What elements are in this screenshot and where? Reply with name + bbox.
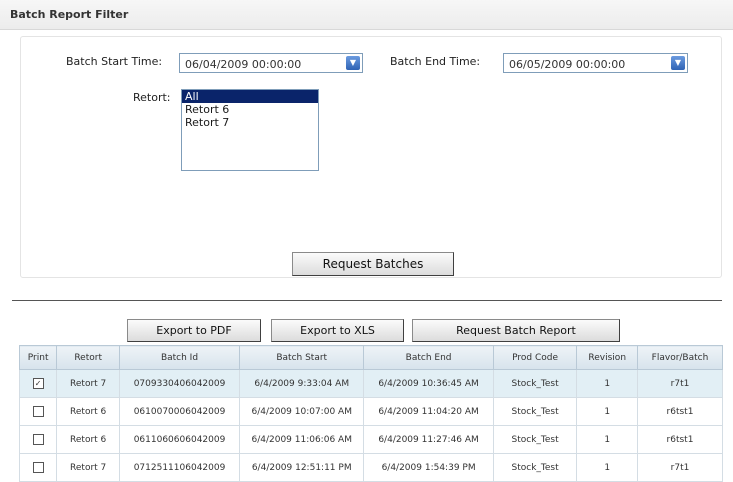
batch-id-cell: 0610070006042009 xyxy=(119,397,240,426)
column-header-flavor-batch[interactable]: Flavor/Batch xyxy=(636,345,724,370)
batch-id-cell: 0712511106042009 xyxy=(119,453,240,482)
retort-label: Retort: xyxy=(133,91,171,104)
calendar-dropdown-icon[interactable]: ▼ xyxy=(671,56,685,70)
divider xyxy=(12,300,722,301)
batch-id-cell: 0611060606042009 xyxy=(119,425,240,454)
request-batches-button[interactable]: Request Batches xyxy=(292,252,454,276)
revision-cell: 1 xyxy=(576,397,638,426)
print-cell[interactable] xyxy=(18,453,58,482)
revision-cell: 1 xyxy=(576,425,638,454)
table-row[interactable]: Retort 6 0611060606042009 6/4/2009 11:06… xyxy=(18,425,724,454)
checkbox-icon[interactable] xyxy=(32,434,44,445)
prod-code-cell: Stock_Test xyxy=(492,425,578,454)
retort-option-all[interactable]: All xyxy=(182,90,318,103)
retort-option-6[interactable]: Retort 6 xyxy=(182,103,318,116)
batch-end-cell: 6/4/2009 11:04:20 AM xyxy=(363,397,494,426)
batch-end-cell: 6/4/2009 11:27:46 AM xyxy=(363,425,494,454)
table-row[interactable]: Retort 6 0610070006042009 6/4/2009 10:07… xyxy=(18,397,724,426)
batch-table: Print Retort Batch Id Batch Start Batch … xyxy=(18,345,724,482)
retort-cell: Retort 6 xyxy=(56,425,121,454)
print-cell[interactable] xyxy=(18,397,58,426)
checkbox-icon[interactable] xyxy=(32,406,44,417)
column-header-batch-end[interactable]: Batch End xyxy=(363,345,494,370)
start-time-field[interactable]: 06/04/2009 00:00:00 ▼ xyxy=(179,53,363,73)
revision-cell: 1 xyxy=(576,453,638,482)
batch-start-cell: 6/4/2009 12:51:11 PM xyxy=(238,453,365,482)
start-time-label: Batch Start Time: xyxy=(66,55,163,68)
batch-start-cell: 6/4/2009 10:07:00 AM xyxy=(238,397,365,426)
retort-listbox[interactable]: All Retort 6 Retort 7 xyxy=(181,89,319,171)
column-header-batch-start[interactable]: Batch Start xyxy=(238,345,365,370)
retort-option-7[interactable]: Retort 7 xyxy=(182,116,318,129)
prod-code-cell: Stock_Test xyxy=(492,369,578,398)
column-header-prod-code[interactable]: Prod Code xyxy=(492,345,578,370)
revision-cell: 1 xyxy=(576,369,638,398)
table-header-row: Print Retort Batch Id Batch Start Batch … xyxy=(18,345,724,370)
table-row[interactable]: ✓ Retort 7 0709330406042009 6/4/2009 9:3… xyxy=(18,369,724,398)
column-header-retort[interactable]: Retort xyxy=(56,345,121,370)
export-pdf-button[interactable]: Export to PDF xyxy=(127,319,261,342)
prod-code-cell: Stock_Test xyxy=(492,397,578,426)
batch-start-cell: 6/4/2009 9:33:04 AM xyxy=(238,369,365,398)
panel-title: Batch Report Filter xyxy=(10,8,129,21)
calendar-dropdown-icon[interactable]: ▼ xyxy=(346,56,360,70)
retort-cell: Retort 7 xyxy=(56,453,121,482)
checkbox-checked-icon[interactable]: ✓ xyxy=(32,378,44,389)
batch-id-cell: 0709330406042009 xyxy=(119,369,240,398)
flavor-batch-cell: r6tst1 xyxy=(636,397,724,426)
flavor-batch-cell: r6tst1 xyxy=(636,425,724,454)
print-cell[interactable]: ✓ xyxy=(18,369,58,398)
batch-end-cell: 6/4/2009 1:54:39 PM xyxy=(363,453,494,482)
table-row[interactable]: Retort 7 0712511106042009 6/4/2009 12:51… xyxy=(18,453,724,482)
column-header-batch-id[interactable]: Batch Id xyxy=(119,345,240,370)
end-time-label: Batch End Time: xyxy=(390,55,481,68)
retort-cell: Retort 7 xyxy=(56,369,121,398)
column-header-print[interactable]: Print xyxy=(18,345,58,370)
checkbox-icon[interactable] xyxy=(32,462,44,473)
batch-end-cell: 6/4/2009 10:36:45 AM xyxy=(363,369,494,398)
panel-header: Batch Report Filter xyxy=(0,0,733,30)
start-time-value: 06/04/2009 00:00:00 xyxy=(185,58,302,71)
retort-cell: Retort 6 xyxy=(56,397,121,426)
export-xls-button[interactable]: Export to XLS xyxy=(271,319,404,342)
column-header-revision[interactable]: Revision xyxy=(576,345,638,370)
flavor-batch-cell: r7t1 xyxy=(636,369,724,398)
batch-start-cell: 6/4/2009 11:06:06 AM xyxy=(238,425,365,454)
prod-code-cell: Stock_Test xyxy=(492,453,578,482)
request-batch-report-button[interactable]: Request Batch Report xyxy=(412,319,620,342)
end-time-value: 06/05/2009 00:00:00 xyxy=(509,58,626,71)
flavor-batch-cell: r7t1 xyxy=(636,453,724,482)
end-time-field[interactable]: 06/05/2009 00:00:00 ▼ xyxy=(503,53,688,73)
print-cell[interactable] xyxy=(18,425,58,454)
